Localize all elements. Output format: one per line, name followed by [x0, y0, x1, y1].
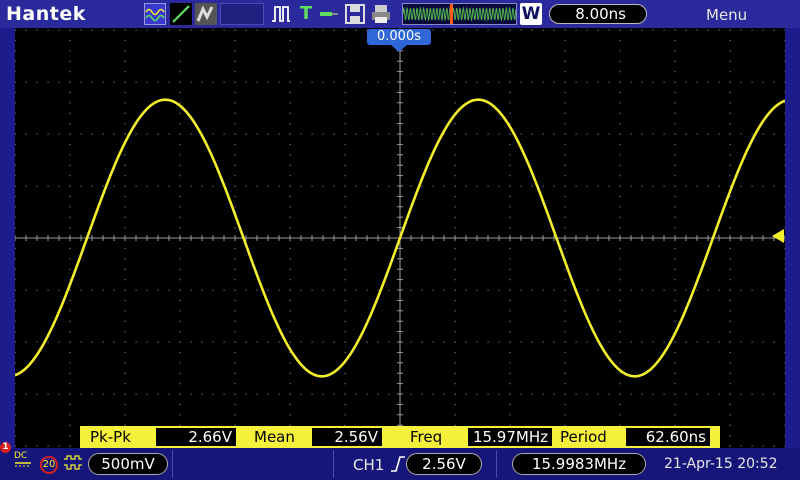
top-toolbar: [0, 0, 800, 28]
waveform-icon[interactable]: [144, 3, 166, 25]
channel-1-ground-marker[interactable]: 1: [0, 442, 11, 453]
trigger-position-badge[interactable]: 0.000s: [367, 29, 431, 45]
measurement-value-period: 62.60ns: [626, 428, 710, 446]
coupling-text: DC: [14, 451, 28, 461]
measurement-value-mean: 2.56V: [312, 428, 382, 446]
menu-button[interactable]: Menu: [706, 6, 747, 24]
measurement-label-freq: Freq: [410, 428, 443, 446]
persistence-icon[interactable]: [195, 3, 217, 25]
status-display: [220, 3, 264, 25]
measurement-strip: Pk-Pk 2.66V Mean 2.56V Freq 15.97MHz Per…: [80, 426, 720, 448]
trigger-source-label[interactable]: CH1: [353, 456, 384, 474]
measurement-label-pkpk: Pk-Pk: [90, 428, 131, 446]
trigger-level-display[interactable]: 2.56V: [406, 453, 482, 475]
waveform-overview[interactable]: [402, 3, 517, 25]
rising-edge-icon[interactable]: [390, 455, 406, 477]
date-time: 21-Apr-15 20:52: [664, 456, 778, 472]
brand-logo: Hantek: [6, 3, 86, 25]
divider: [496, 450, 497, 478]
measurement-value-freq: 15.97MHz: [468, 428, 552, 446]
window-badge[interactable]: W: [520, 3, 542, 25]
measurement-value-pkpk: 2.66V: [156, 428, 236, 446]
bandwidth-limit-badge[interactable]: 20: [40, 456, 58, 474]
volts-per-div-display[interactable]: 500mV: [88, 453, 168, 475]
waveform-graticule: [15, 28, 785, 448]
pulse-icon[interactable]: [270, 3, 292, 25]
measurement-label-period: Period: [560, 428, 607, 446]
waveform-display: [15, 28, 785, 448]
coupling-dc-label: DC: [14, 452, 32, 470]
trigger-icon[interactable]: T: [295, 3, 317, 25]
measurement-label-mean: Mean: [254, 428, 295, 446]
invert-icon[interactable]: [63, 455, 83, 475]
divider: [333, 450, 334, 478]
print-icon[interactable]: [370, 3, 392, 25]
timebase-display[interactable]: 8.00ns: [549, 4, 647, 24]
probe-icon[interactable]: [318, 3, 340, 25]
dc-coupling-icon: [15, 462, 31, 467]
trigger-frequency-display: 15.9983MHz: [512, 453, 646, 475]
trigger-level-marker[interactable]: [772, 229, 784, 243]
trigger-position-pointer: [391, 45, 407, 52]
save-icon[interactable]: [344, 3, 366, 25]
divider: [172, 450, 173, 478]
line-icon[interactable]: [170, 3, 192, 25]
